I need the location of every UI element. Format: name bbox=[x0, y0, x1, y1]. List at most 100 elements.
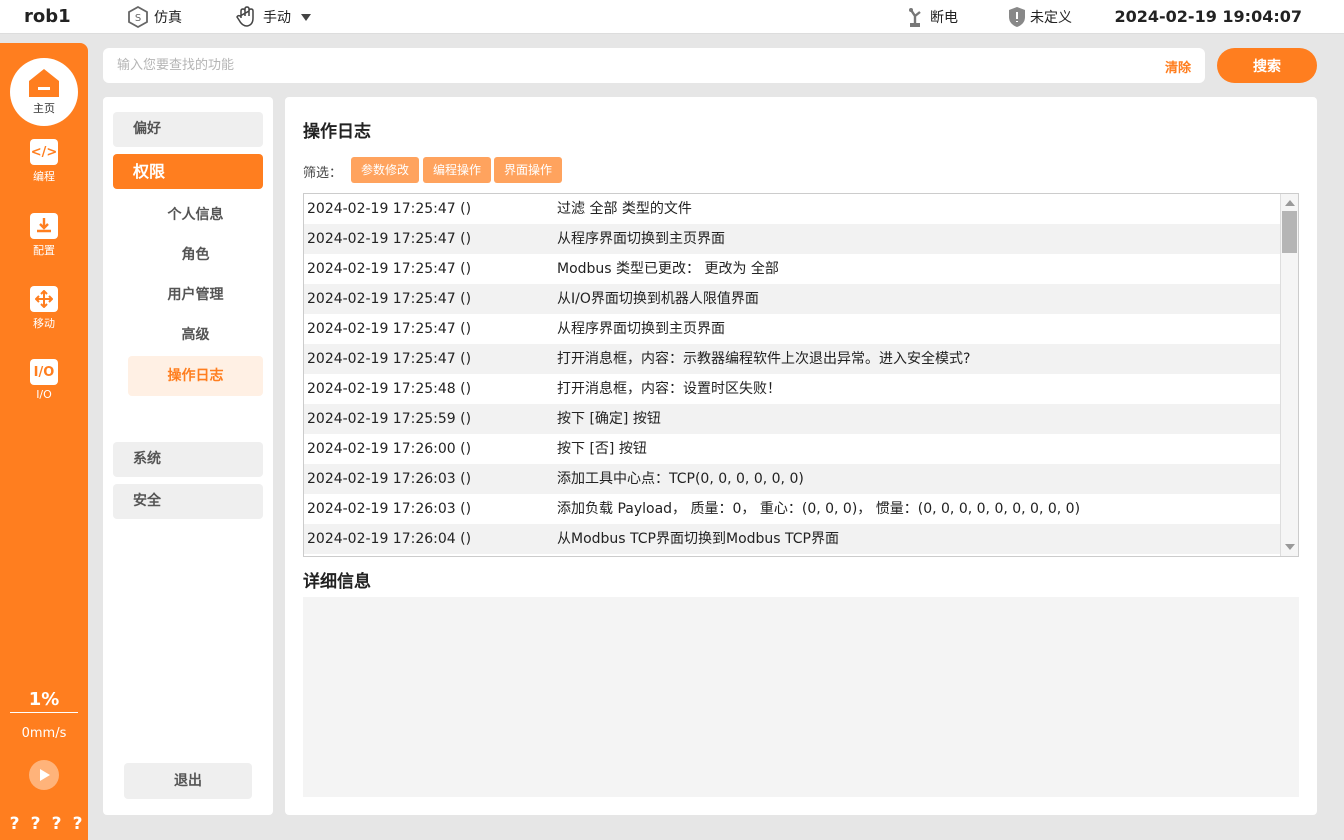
menu-group-preferences[interactable]: 偏好 bbox=[113, 112, 263, 147]
log-time: 2024-02-19 17:25:47 () bbox=[307, 261, 472, 277]
table-row[interactable]: 2024-02-19 17:25:47 () 从程序界面切换到主页界面 bbox=[304, 314, 1280, 344]
clear-button[interactable]: 清除 bbox=[1165, 57, 1191, 76]
menu-group-safety[interactable]: 安全 bbox=[113, 484, 263, 519]
log-time: 2024-02-19 17:25:47 () bbox=[307, 321, 472, 337]
help-button[interactable]: ? bbox=[10, 814, 20, 834]
shield-icon bbox=[1009, 7, 1025, 27]
menu-group-permissions[interactable]: 权限 bbox=[113, 154, 263, 189]
nav-io-label: I/O bbox=[36, 388, 52, 401]
search-box: 清除 bbox=[103, 48, 1205, 83]
help-button[interactable]: ? bbox=[73, 814, 83, 834]
log-message: 从I/O界面切换到机器人限值界面 bbox=[557, 291, 759, 307]
table-row[interactable]: 2024-02-19 17:25:47 () 打开消息框，内容：示教器编程软件上… bbox=[304, 344, 1280, 374]
menu-group-system[interactable]: 系统 bbox=[113, 442, 263, 477]
help-button[interactable]: ? bbox=[31, 814, 41, 834]
log-time: 2024-02-19 17:25:47 () bbox=[307, 351, 472, 367]
menu-item-advanced[interactable]: 高级 bbox=[128, 315, 263, 355]
log-message: 打开消息框，内容：示教器编程软件上次退出异常。进入安全模式? bbox=[557, 351, 971, 367]
nav-config[interactable]: 配置 bbox=[0, 213, 88, 258]
safety-status: 未定义 bbox=[1008, 4, 1072, 30]
play-button[interactable] bbox=[29, 760, 59, 790]
home-icon bbox=[29, 69, 59, 97]
scroll-thumb[interactable] bbox=[1282, 211, 1297, 253]
safety-label: 未定义 bbox=[1030, 10, 1072, 26]
menu-item-operation-log[interactable]: 操作日志 bbox=[128, 356, 263, 396]
table-row[interactable]: 2024-02-19 17:25:47 () Modbus 类型已更改： 更改为… bbox=[304, 254, 1280, 284]
operation-log-panel: 操作日志 筛选： 参数修改 编程操作 界面操作 2024-02-19 17:25… bbox=[285, 97, 1317, 815]
table-row[interactable]: 2024-02-19 17:25:47 () 从程序界面切换到主页界面 bbox=[304, 224, 1280, 254]
io-icon: I/O bbox=[30, 359, 58, 385]
log-time: 2024-02-19 17:26:04 () bbox=[307, 531, 472, 547]
table-row[interactable]: 2024-02-19 17:26:03 () 添加工具中心点：TCP(0, 0,… bbox=[304, 464, 1280, 494]
detail-title: 详细信息 bbox=[303, 572, 371, 592]
log-message: 从程序界面切换到主页界面 bbox=[557, 231, 725, 247]
log-time: 2024-02-19 17:25:47 () bbox=[307, 291, 472, 307]
log-time: 2024-02-19 17:25:48 () bbox=[307, 381, 472, 397]
log-message: 打开消息框，内容：设置时区失败！ bbox=[557, 381, 781, 397]
speed-percent[interactable]: 1% bbox=[10, 689, 78, 713]
log-message: Modbus 类型已更改： 更改为 全部 bbox=[557, 261, 779, 277]
home-label: 主页 bbox=[33, 102, 55, 115]
left-sidebar: 主页 </> 编程 配置 移动 I/O I/O 1% 0mm/s ? ? ? ? bbox=[0, 43, 88, 840]
robot-arm-icon bbox=[909, 8, 921, 27]
log-time: 2024-02-19 17:26:03 () bbox=[307, 501, 472, 517]
filter-param-change[interactable]: 参数修改 bbox=[351, 157, 420, 183]
table-row[interactable]: 2024-02-19 17:26:04 () 从Modbus TCP界面切换到M… bbox=[304, 524, 1280, 554]
nav-io[interactable]: I/O I/O bbox=[0, 359, 88, 401]
log-table: 2024-02-19 17:25:47 () 过滤 全部 类型的文件 2024-… bbox=[303, 193, 1299, 557]
table-row[interactable]: 2024-02-19 17:26:03 () 添加负载 Payload， 质量：… bbox=[304, 494, 1280, 524]
nav-programming-label: 编程 bbox=[33, 170, 55, 183]
scroll-down-arrow-icon[interactable] bbox=[1285, 544, 1295, 550]
log-message: 过滤 全部 类型的文件 bbox=[557, 201, 692, 217]
table-row[interactable]: 2024-02-19 17:25:48 () 打开消息框，内容：设置时区失败！ bbox=[304, 374, 1280, 404]
config-download-icon bbox=[30, 213, 58, 239]
menu-item-roles[interactable]: 角色 bbox=[128, 235, 263, 275]
scroll-up-arrow-icon[interactable] bbox=[1285, 200, 1295, 206]
settings-menu: 偏好 权限 个人信息 角色 用户管理 高级 操作日志 系统 安全 退出 bbox=[103, 97, 273, 815]
nav-config-label: 配置 bbox=[33, 244, 55, 257]
log-message: 添加工具中心点：TCP(0, 0, 0, 0, 0, 0) bbox=[557, 471, 804, 487]
log-time: 2024-02-19 17:25:59 () bbox=[307, 411, 472, 427]
log-message: 从Modbus TCP界面切换到Modbus TCP界面 bbox=[557, 531, 839, 547]
home-button[interactable]: 主页 bbox=[10, 58, 78, 126]
table-row[interactable]: 2024-02-19 17:25:47 () 过滤 全部 类型的文件 bbox=[304, 194, 1280, 224]
table-row[interactable]: 2024-02-19 17:25:59 () 按下 [确定] 按钮 bbox=[304, 404, 1280, 434]
table-row[interactable]: 2024-02-19 17:26:00 () 按下 [否] 按钮 bbox=[304, 434, 1280, 464]
help-button[interactable]: ? bbox=[52, 814, 62, 834]
log-message: 从程序界面切换到主页界面 bbox=[557, 321, 725, 337]
simulation-label: 仿真 bbox=[154, 10, 182, 26]
table-row[interactable]: 2024-02-19 17:25:47 () 从I/O界面切换到机器人限值界面 bbox=[304, 284, 1280, 314]
log-time: 2024-02-19 17:26:03 () bbox=[307, 471, 472, 487]
play-icon bbox=[40, 769, 50, 781]
log-scrollbar[interactable] bbox=[1280, 194, 1298, 556]
nav-move[interactable]: 移动 bbox=[0, 286, 88, 331]
logout-button[interactable]: 退出 bbox=[124, 763, 252, 799]
log-message: 按下 [确定] 按钮 bbox=[557, 411, 661, 427]
simulation-icon: S bbox=[128, 5, 148, 29]
svg-text:S: S bbox=[135, 13, 141, 24]
simulation-indicator[interactable]: S 仿真 bbox=[126, 4, 182, 30]
log-time: 2024-02-19 17:25:47 () bbox=[307, 201, 472, 217]
log-time: 2024-02-19 17:25:47 () bbox=[307, 231, 472, 247]
search-input[interactable] bbox=[117, 48, 1117, 83]
menu-item-personal-info[interactable]: 个人信息 bbox=[128, 195, 263, 235]
mode-label: 手动 bbox=[263, 10, 291, 26]
search-button[interactable]: 搜索 bbox=[1217, 48, 1317, 83]
help-row: ? ? ? ? bbox=[4, 814, 88, 834]
power-label: 断电 bbox=[930, 10, 958, 26]
top-bar: rob1 S 仿真 手动 断电 未定义 2024-02-19 19:04:07 bbox=[0, 0, 1344, 34]
filter-interface-op[interactable]: 界面操作 bbox=[494, 157, 563, 183]
chevron-down-icon bbox=[301, 13, 311, 21]
page-title: 操作日志 bbox=[303, 122, 371, 142]
nav-move-label: 移动 bbox=[33, 317, 55, 330]
clock: 2024-02-19 19:04:07 bbox=[1114, 7, 1302, 26]
detail-box bbox=[303, 597, 1299, 797]
nav-programming[interactable]: </> 编程 bbox=[0, 139, 88, 184]
code-icon: </> bbox=[30, 139, 58, 165]
robot-name: rob1 bbox=[24, 6, 71, 27]
menu-item-user-management[interactable]: 用户管理 bbox=[128, 275, 263, 315]
move-arrows-icon bbox=[30, 286, 58, 312]
hand-icon bbox=[236, 6, 254, 27]
filter-programming-op[interactable]: 编程操作 bbox=[423, 157, 492, 183]
mode-dropdown[interactable]: 手动 bbox=[235, 4, 311, 30]
